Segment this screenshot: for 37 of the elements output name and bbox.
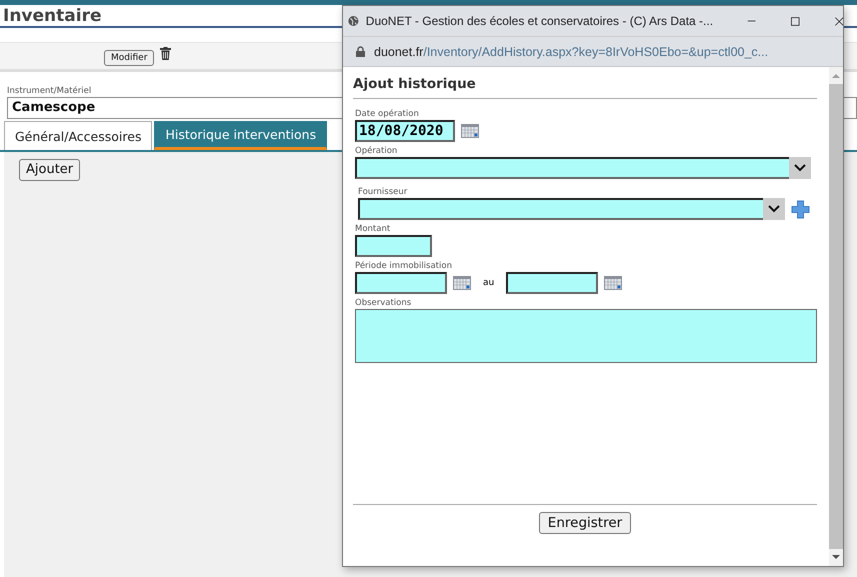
- form-heading: Ajout historique: [353, 76, 817, 99]
- date-field[interactable]: 18/08/2020: [355, 120, 455, 142]
- edit-button[interactable]: Modifier: [104, 50, 154, 66]
- start-date-field[interactable]: [355, 272, 447, 294]
- field-label: Date opération: [355, 109, 420, 120]
- field-label: Observations: [355, 298, 412, 309]
- amount-field[interactable]: [355, 235, 432, 257]
- range-separator: au: [483, 278, 494, 288]
- dropdown-field[interactable]: [358, 198, 785, 220]
- field-label: Instrument/Matériel: [7, 86, 92, 97]
- tab[interactable]: Historique interventions: [154, 121, 328, 150]
- trash-icon[interactable]: [160, 46, 172, 60]
- url-text: duonet.fr/Inventory/AddHistory.aspx?key=8IrVoHS0Ebo=&up=ctl00_c...: [374, 44, 768, 58]
- page-title: Inventaire: [3, 6, 102, 26]
- scrollbar[interactable]: [829, 67, 843, 566]
- chevron-down-icon: [794, 164, 806, 172]
- close-icon[interactable]: [834, 16, 844, 26]
- scroll-down-icon[interactable]: [832, 555, 840, 560]
- calendar-icon[interactable]: [453, 276, 471, 290]
- globe-icon: [348, 14, 359, 28]
- plus-icon[interactable]: [791, 200, 810, 218]
- calendar-icon[interactable]: [604, 276, 622, 290]
- field-label: Opération: [355, 146, 398, 157]
- window-title: DuoNET - Gestion des écoles et conservatoires - (C) Ars Data -...: [366, 14, 712, 28]
- save-button[interactable]: Enregistrer: [538, 512, 632, 534]
- field-label: Montant: [355, 224, 392, 235]
- field-label: Fournisseur: [358, 187, 408, 198]
- maximize-icon[interactable]: [791, 16, 800, 26]
- tab[interactable]: Général/Accessoires: [4, 121, 152, 150]
- calendar-icon[interactable]: [461, 124, 479, 138]
- end-date-field[interactable]: [506, 272, 598, 294]
- lock-icon: [356, 46, 365, 57]
- dropdown-field[interactable]: [355, 157, 811, 179]
- observations-field[interactable]: [355, 309, 817, 363]
- add-button[interactable]: Ajouter: [19, 158, 80, 180]
- chevron-down-icon: [768, 205, 780, 213]
- field-label: Période immobilisation: [355, 261, 453, 272]
